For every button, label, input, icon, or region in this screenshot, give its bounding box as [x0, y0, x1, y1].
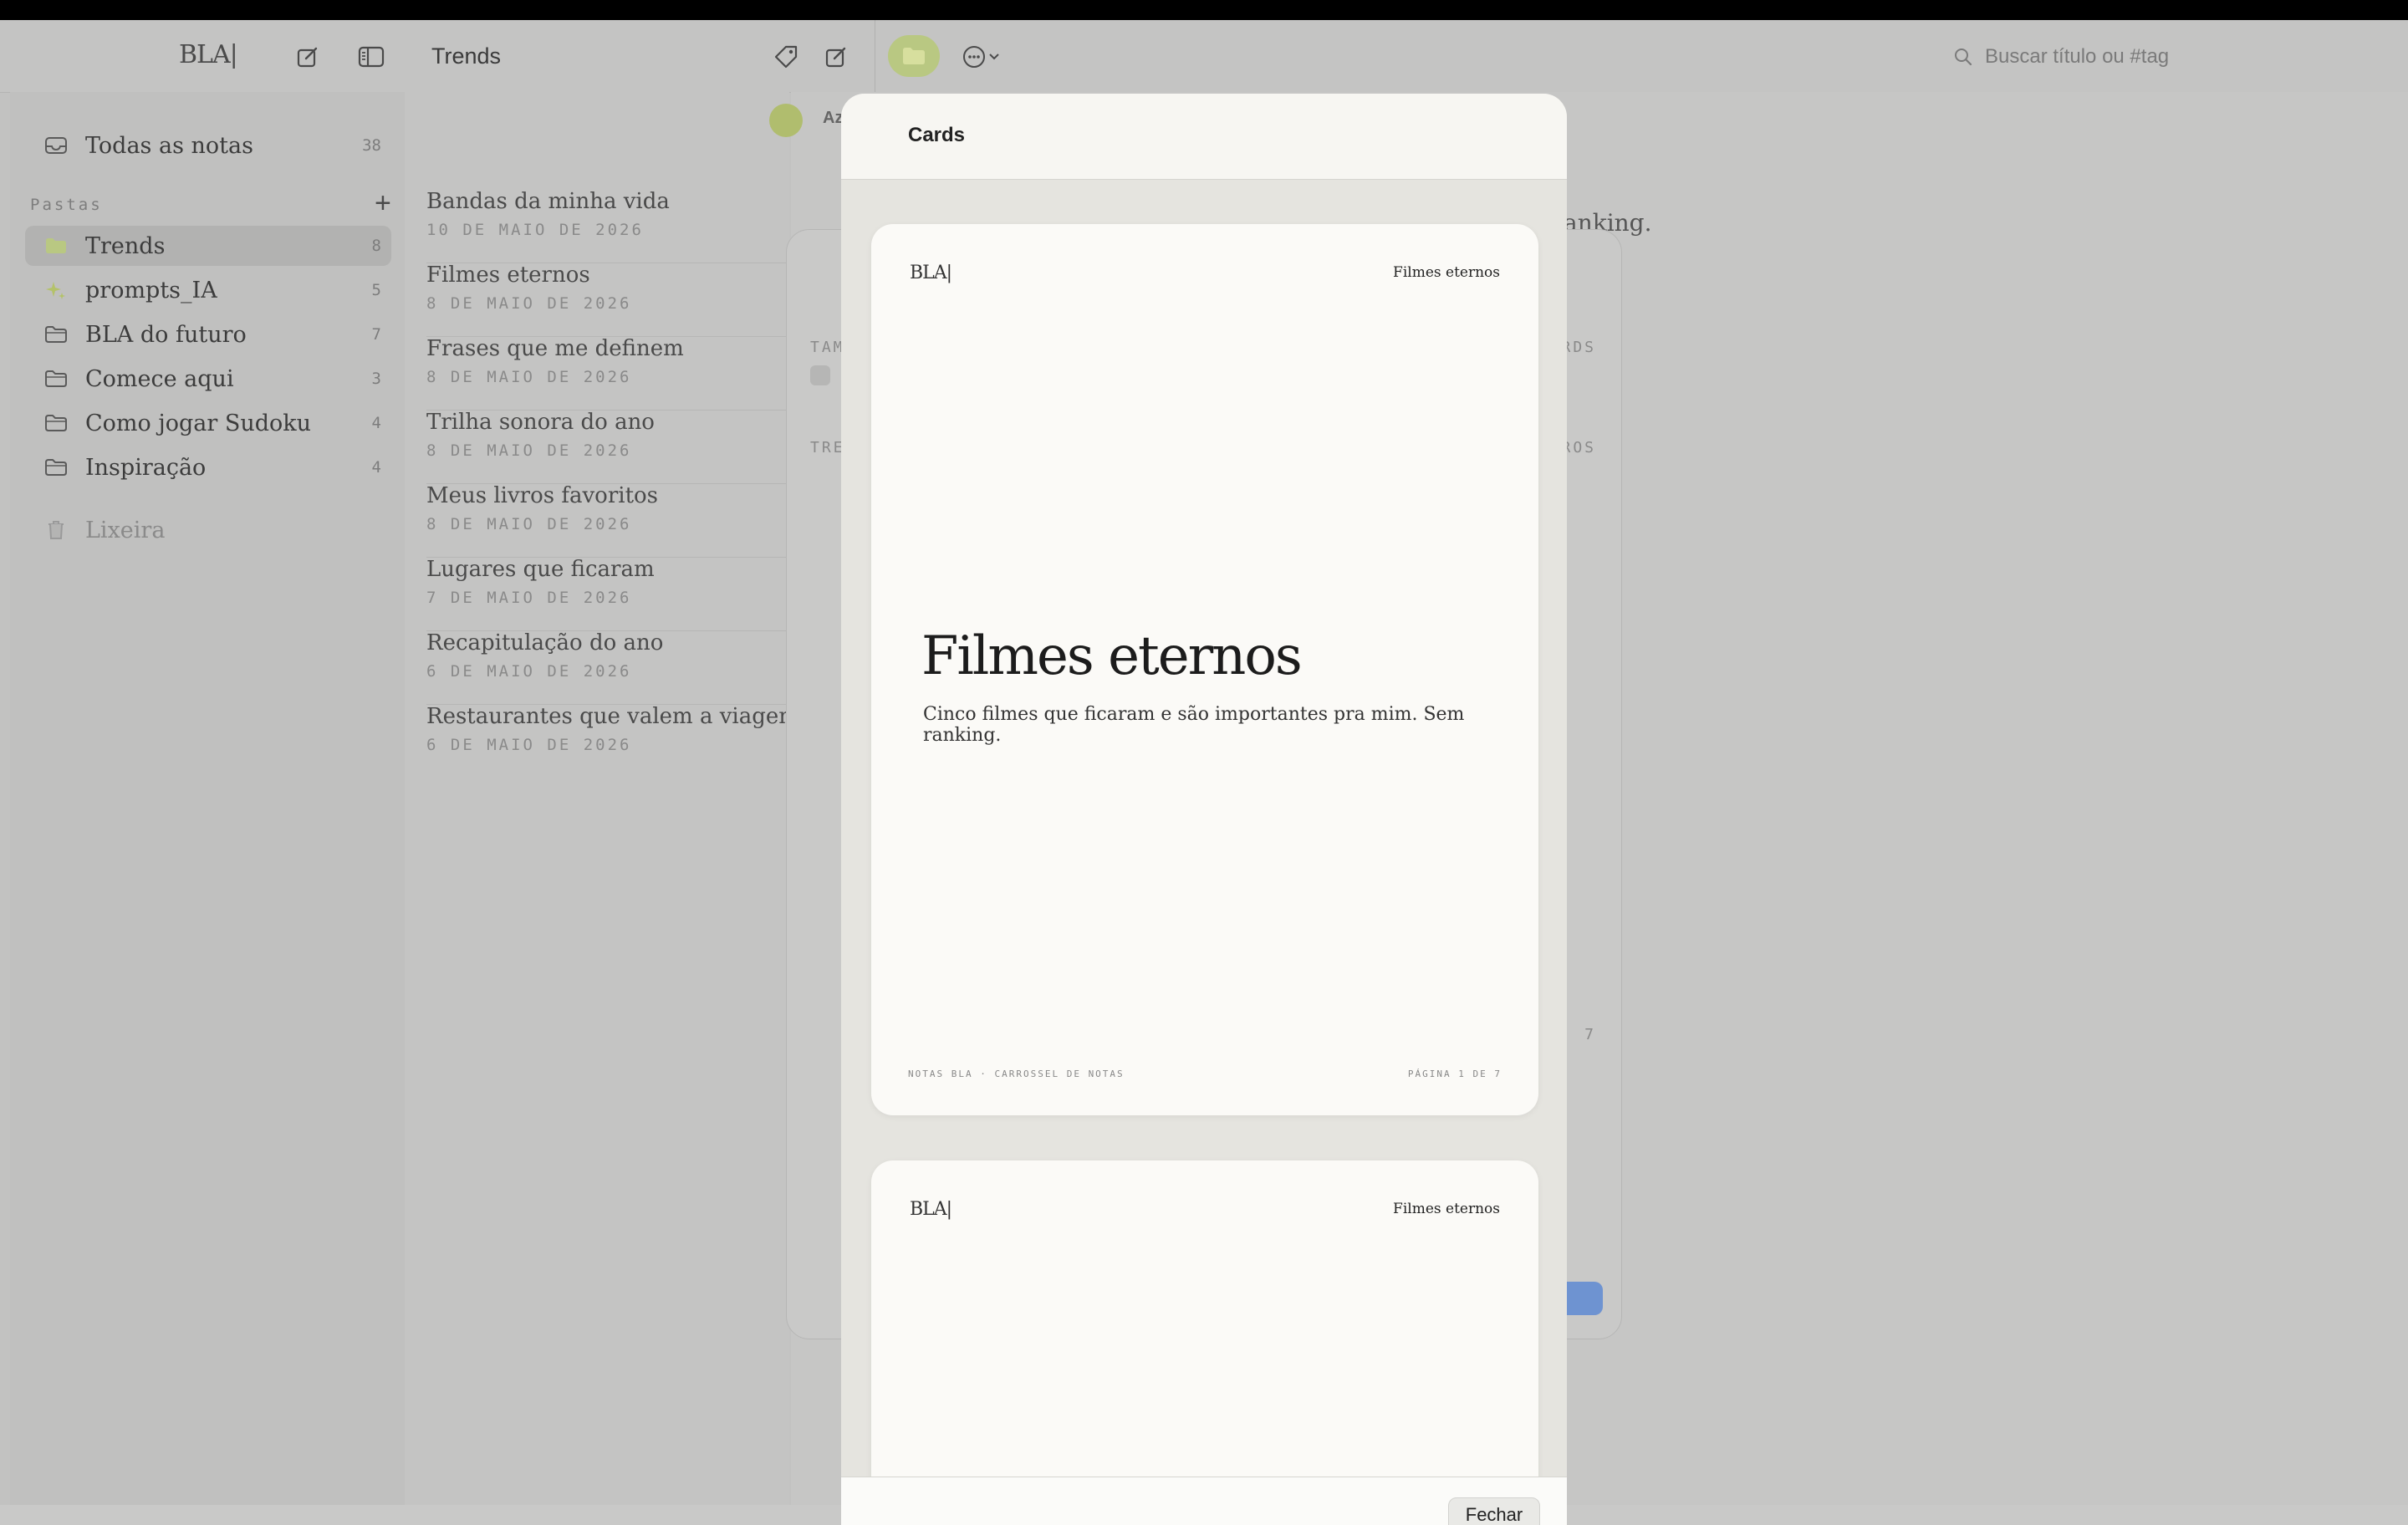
- dialog-label: TRE: [810, 439, 845, 456]
- search-field[interactable]: Buscar título ou #tag: [1953, 38, 2371, 75]
- sidebar-item-label: Como jogar Sudoku: [85, 410, 312, 436]
- sidebar-item-label: Todas as notas: [85, 132, 253, 159]
- search-icon: [1955, 48, 1972, 66]
- compose-icon[interactable]: [289, 38, 326, 75]
- sidebar-item-count: 8: [371, 237, 381, 255]
- sheet-header: Cards: [841, 94, 1567, 180]
- app-logo: BLA|: [179, 40, 238, 69]
- folder-icon: [43, 366, 69, 391]
- sidebar-item-count: 3: [371, 370, 381, 388]
- new-note-icon[interactable]: [818, 38, 855, 75]
- sidebar-item-label: prompts_IA: [85, 277, 217, 303]
- sheet-title: Cards: [908, 124, 966, 146]
- sidebar-item-label: Comece aqui: [85, 365, 234, 392]
- note-date: 8 DE MAIO DE 2026: [426, 515, 632, 533]
- list-item[interactable]: Bandas da minha vida 10 DE MAIO DE 2026: [426, 189, 786, 263]
- sidebar-item-trash[interactable]: Lixeira: [25, 510, 391, 550]
- sort-label: Az: [823, 109, 844, 127]
- list-item[interactable]: Recapitulação do ano 6 DE MAIO DE 2026: [426, 630, 786, 705]
- sidebar-item-bla-do-futuro[interactable]: BLA do futuro 7: [25, 314, 391, 354]
- card-heading: Filmes eternos: [921, 625, 1303, 687]
- dialog-label: 7: [1584, 1026, 1596, 1043]
- toolbar-title: Trends: [431, 43, 502, 69]
- sidebar-item-label: Lixeira: [85, 517, 166, 543]
- sidebar-item-count: 4: [371, 414, 381, 432]
- sort-avatar-icon[interactable]: [769, 104, 803, 137]
- note-date: 6 DE MAIO DE 2026: [426, 736, 632, 754]
- sheet-footer: Fechar: [841, 1477, 1567, 1525]
- sidebar-item-label: Trends: [85, 232, 166, 259]
- checkbox[interactable]: [810, 365, 830, 385]
- card-subtitle: Cinco filmes que ficaram e são important…: [923, 704, 1465, 746]
- card-footer-left: NOTAS BLA · CARROSSEL DE NOTAS: [908, 1069, 1125, 1079]
- note-title: Filmes eternos: [426, 263, 590, 288]
- search-placeholder: Buscar título ou #tag: [1985, 45, 2170, 68]
- note-date: 7 DE MAIO DE 2026: [426, 589, 632, 607]
- sidebar: Todas as notas 38 Pastas + Trends 8 prom…: [10, 92, 405, 1505]
- sidebar-item-prompts-ia[interactable]: prompts_IA 5: [25, 270, 391, 310]
- note-date: 6 DE MAIO DE 2026: [426, 662, 632, 681]
- note-date: 8 DE MAIO DE 2026: [426, 441, 632, 460]
- folder-icon: [43, 322, 69, 347]
- folder-filled-icon: [43, 233, 69, 258]
- close-button[interactable]: Fechar: [1448, 1497, 1540, 1525]
- sidebar-item-count: 5: [371, 281, 381, 299]
- folders-section-label: Pastas: [30, 196, 103, 214]
- toolbar: BLA| Trends Buscar título ou #tag: [0, 20, 2408, 93]
- sparkle-icon: [43, 278, 69, 303]
- sidebar-item-count: 7: [371, 325, 381, 344]
- note-title: Bandas da minha vida: [426, 189, 670, 214]
- sidebar-item-como-jogar-sudoku[interactable]: Como jogar Sudoku 4: [25, 403, 391, 443]
- folder-icon: [43, 455, 69, 480]
- note-title: Recapitulação do ano: [426, 630, 664, 655]
- list-item[interactable]: Frases que me definem 8 DE MAIO DE 2026: [426, 336, 786, 411]
- list-item[interactable]: Restaurantes que valem a viagem 6 DE MAI…: [426, 704, 799, 778]
- sidebar-item-count: 38: [362, 136, 381, 155]
- trash-icon: [43, 518, 69, 543]
- note-date: 8 DE MAIO DE 2026: [426, 368, 632, 386]
- sidebar-item-comece-aqui[interactable]: Comece aqui 3: [25, 359, 391, 399]
- note-title: Restaurantes que valem a viagem: [426, 704, 799, 729]
- note-list: Bandas da minha vida 10 DE MAIO DE 2026 …: [405, 92, 799, 1505]
- note-title: Trilha sonora do ano: [426, 410, 655, 435]
- card-footer-right: PÁGINA 1 DE 7: [1407, 1069, 1502, 1079]
- sidebar-item-trends[interactable]: Trends 8: [25, 226, 391, 266]
- card-logo: BLA|: [910, 263, 952, 283]
- list-item[interactable]: Filmes eternos 8 DE MAIO DE 2026: [426, 263, 786, 337]
- list-item[interactable]: Trilha sonora do ano 8 DE MAIO DE 2026: [426, 410, 786, 484]
- inbox-icon: [43, 133, 69, 158]
- list-item[interactable]: Lugares que ficaram 7 DE MAIO DE 2026: [426, 557, 786, 631]
- sidebar-item-label: BLA do futuro: [85, 321, 247, 348]
- folder-button[interactable]: [888, 35, 940, 77]
- sidebar-item-label: Inspiração: [85, 454, 207, 481]
- card-page-1[interactable]: BLA| Filmes eternos Filmes eternos Cinco…: [871, 224, 1538, 1115]
- add-folder-button[interactable]: +: [375, 187, 391, 220]
- sidebar-item-count: 4: [371, 458, 381, 477]
- cards-sheet: Cards BLA| Filmes eternos Filmes eternos…: [841, 94, 1567, 1525]
- sidebar-item-all-notes[interactable]: Todas as notas 38: [25, 125, 391, 166]
- card-note-name: Filmes eternos: [1393, 1201, 1500, 1217]
- sidebar-toggle-icon[interactable]: [353, 38, 390, 75]
- note-date: 10 DE MAIO DE 2026: [426, 221, 644, 239]
- more-options-icon[interactable]: [960, 38, 1010, 75]
- app-window: BLA| Trends Buscar título ou #tag Todas …: [0, 20, 2408, 1525]
- folder-icon: [43, 411, 69, 436]
- folder-icon: [903, 48, 925, 64]
- menu-bar: [0, 0, 2408, 20]
- note-date: 8 DE MAIO DE 2026: [426, 294, 632, 313]
- card-note-name: Filmes eternos: [1393, 264, 1500, 281]
- dialog-label: TAM: [810, 339, 845, 356]
- note-title: Meus livros favoritos: [426, 483, 659, 508]
- list-item[interactable]: Meus livros favoritos 8 DE MAIO DE 2026: [426, 483, 786, 558]
- note-title: Frases que me definem: [426, 336, 684, 361]
- card-logo: BLA|: [910, 1199, 952, 1220]
- tag-icon[interactable]: [768, 38, 804, 75]
- note-title: Lugares que ficaram: [426, 557, 655, 582]
- card-page-2[interactable]: BLA| Filmes eternos: [871, 1160, 1538, 1525]
- sidebar-item-inspiracao[interactable]: Inspiração 4: [25, 447, 391, 487]
